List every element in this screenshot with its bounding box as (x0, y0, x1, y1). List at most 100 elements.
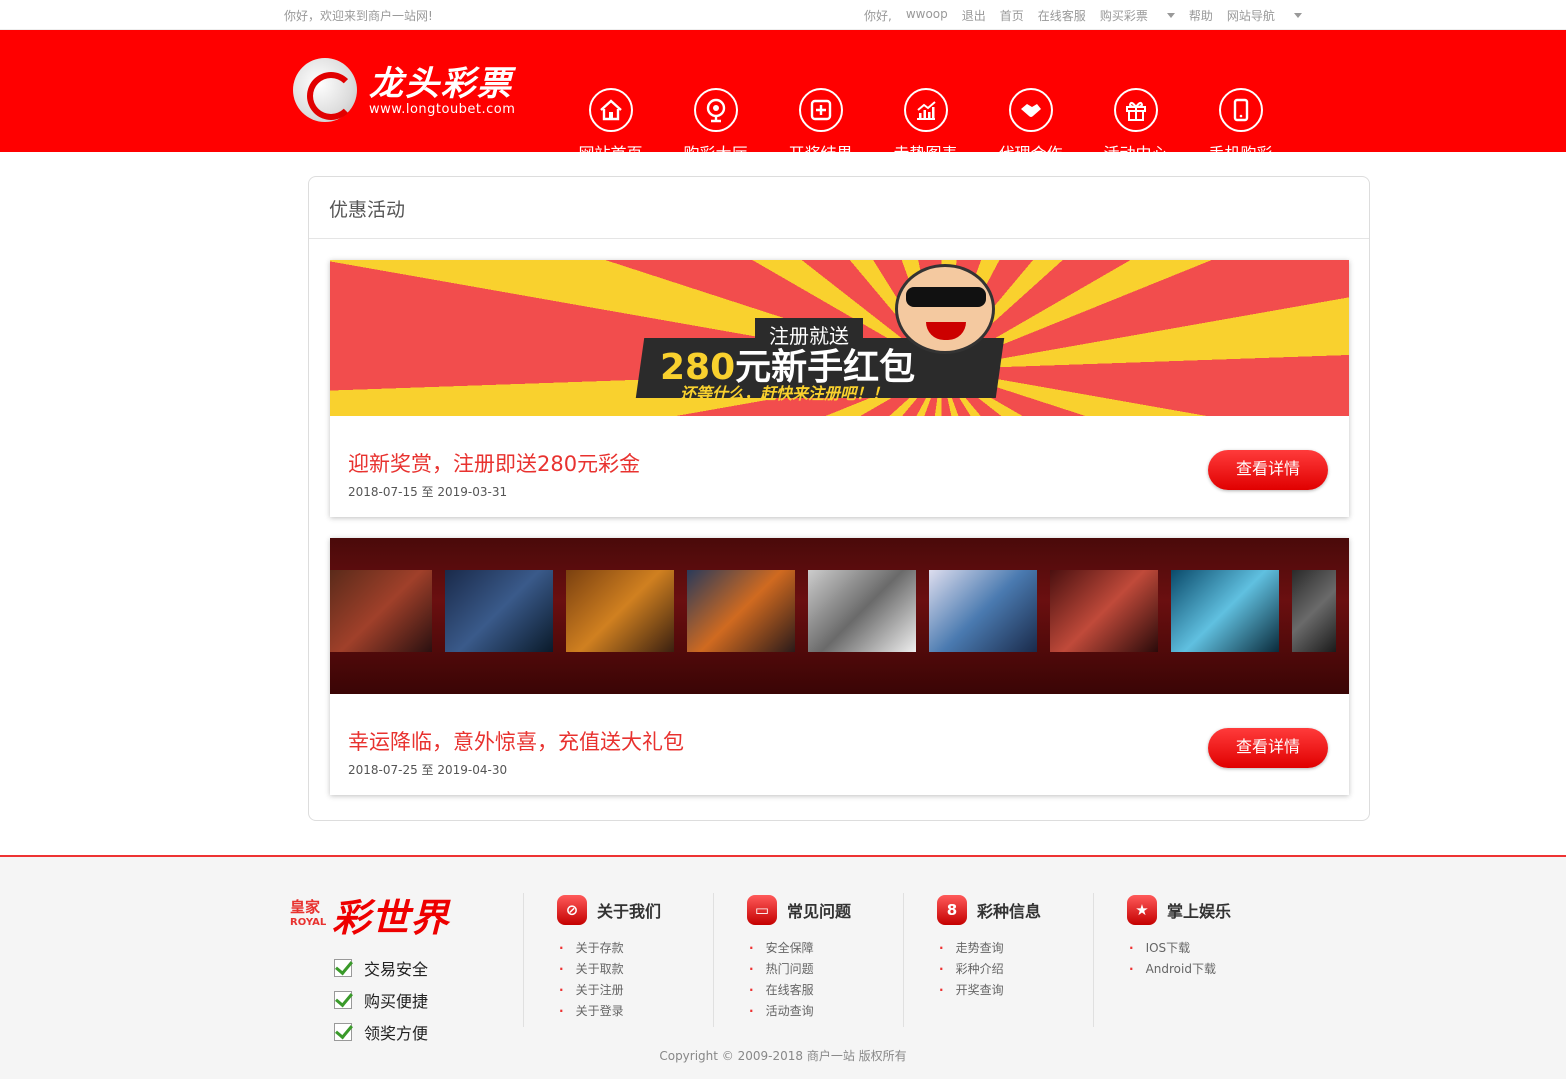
nav-label: 开奖结果 (788, 144, 853, 163)
footer-link[interactable]: 关于注册 (559, 981, 661, 1002)
footer-link[interactable]: 走势查询 (939, 939, 1041, 960)
footer-column-mobile: ★ 掌上娱乐 IOS下载 Android下载 (1093, 893, 1231, 1027)
promo-banner-image[interactable] (330, 538, 1349, 694)
footer-link[interactable]: 在线客服 (749, 981, 851, 1002)
welcome-text: 你好，欢迎来到商户一站网! (284, 9, 433, 23)
nav-results[interactable]: 开奖结果 (768, 88, 873, 164)
feature-item: 购买便捷 (334, 984, 449, 1016)
footer-link[interactable]: 关于存款 (559, 939, 661, 960)
footer-brand: 皇家 ROYAL 彩世界 交易安全 购买便捷 领奖方便 (290, 887, 449, 1048)
promo-info: 幸运降临，意外惊喜，充值送大礼包 2018-07-25 至 2019-04-30… (330, 694, 1349, 795)
hello-text: 你好, (864, 9, 892, 23)
footer-column-faq: ▭ 常见问题 安全保障 热门问题 在线客服 活动查询 (713, 893, 851, 1027)
view-details-button[interactable]: 查看详情 (1208, 728, 1328, 768)
brand-small-cn: 皇家 (290, 897, 321, 916)
checkmark-icon (334, 1023, 352, 1041)
help-link[interactable]: 帮助 (1189, 7, 1213, 24)
hero-thumbnail (566, 570, 675, 652)
nav-label: 走势图表 (893, 144, 958, 163)
hero-thumbnail (1170, 570, 1279, 652)
dragon-logo-icon (293, 58, 357, 122)
buy-lottery-dropdown[interactable]: 购买彩票 (1100, 7, 1175, 24)
hero-thumbnail (330, 570, 433, 652)
view-details-button[interactable]: 查看详情 (1208, 450, 1328, 490)
service-link[interactable]: 在线客服 (1038, 7, 1086, 24)
hero-thumbnail (687, 570, 795, 652)
column-title: 常见问题 (787, 902, 852, 921)
star-icon: ★ (1127, 895, 1157, 925)
promo-card: 注册就送 280元新手红包 还等什么，赶快来注册吧！！ 迎新奖赏，注册即送280… (330, 260, 1349, 517)
caret-down-icon (1293, 13, 1302, 18)
username-link[interactable]: wwoop (906, 7, 948, 24)
footer-link[interactable]: 关于取款 (559, 960, 661, 981)
compass-icon: ⊘ (557, 895, 587, 925)
header: 龙头彩票 www.longtoubet.com 网站首页 购彩大厅 开奖结果 走… (0, 30, 1566, 163)
cartoon-character-icon (895, 264, 995, 354)
promotions-panel: 优惠活动 注册就送 280元新手红包 还等什么，赶快来注册吧！！ 迎新奖赏，注册… (308, 176, 1370, 821)
nav-activity[interactable]: 活动中心 (1083, 88, 1188, 164)
checkmark-icon (334, 991, 352, 1009)
main-nav: 网站首页 购彩大厅 开奖结果 走势图表 代理合作 活动中心 手机购彩 (558, 88, 1293, 164)
site-nav-dropdown[interactable]: 网站导航 (1227, 7, 1302, 24)
brand-large: 彩世界 (332, 896, 450, 940)
mobile-icon (1218, 88, 1263, 132)
column-title: 掌上娱乐 (1167, 902, 1232, 921)
promo-card: 幸运降临，意外惊喜，充值送大礼包 2018-07-25 至 2019-04-30… (330, 538, 1349, 795)
footer-link[interactable]: 安全保障 (749, 939, 851, 960)
footer-column-lottery: 8 彩种信息 走势查询 彩种介绍 开奖查询 (903, 893, 1041, 1027)
logo-name: 龙头彩票 (369, 63, 513, 104)
site-logo[interactable]: 龙头彩票 www.longtoubet.com (293, 58, 515, 122)
nav-lottery-hall[interactable]: 购彩大厅 (663, 88, 768, 164)
logout-link[interactable]: 退出 (962, 7, 986, 24)
nav-home[interactable]: 网站首页 (558, 88, 663, 164)
hero-image-strip (330, 570, 1349, 652)
nav-trend[interactable]: 走势图表 (873, 88, 978, 164)
nav-label: 购彩大厅 (683, 144, 748, 163)
feature-label: 领奖方便 (364, 1024, 429, 1043)
chart-icon (903, 88, 948, 132)
webcam-icon (693, 88, 738, 132)
hero-thumbnail (1049, 570, 1158, 652)
footer-link[interactable]: 开奖查询 (939, 981, 1041, 1002)
home-link[interactable]: 首页 (1000, 7, 1024, 24)
promo-banner-image[interactable]: 注册就送 280元新手红包 还等什么，赶快来注册吧！！ (330, 260, 1349, 416)
footer-link[interactable]: Android下载 (1129, 960, 1231, 981)
home-icon (588, 88, 633, 132)
column-title: 关于我们 (597, 902, 662, 921)
footer-link[interactable]: 热门问题 (749, 960, 851, 981)
logo-url: www.longtoubet.com (369, 101, 516, 117)
promo-info: 迎新奖赏，注册即送280元彩金 2018-07-15 至 2019-03-31 … (330, 416, 1349, 517)
footer-link[interactable]: 关于登录 (559, 1002, 661, 1023)
hero-thumbnail (445, 570, 554, 652)
footer-column-about: ⊘ 关于我们 关于存款 关于取款 关于注册 关于登录 (523, 893, 661, 1027)
hero-thumbnail (928, 570, 1037, 652)
promo-title[interactable]: 幸运降临，意外惊喜，充值送大礼包 (348, 726, 684, 756)
feature-item: 交易安全 (334, 952, 449, 984)
brand-small-en: ROYAL (290, 916, 327, 928)
dice-icon (798, 88, 843, 132)
footer-link[interactable]: 活动查询 (749, 1002, 851, 1023)
panel-title: 优惠活动 (309, 177, 1369, 239)
feature-label: 交易安全 (364, 960, 429, 979)
copyright: Copyright © 2009-2018 商户一站 版权所有 (659, 1049, 907, 1063)
nav-agent[interactable]: 代理合作 (978, 88, 1083, 164)
ball-icon: 8 (937, 895, 967, 925)
nav-label: 手机购彩 (1208, 144, 1273, 163)
caret-down-icon (1166, 13, 1175, 18)
feature-item: 领奖方便 (334, 1016, 449, 1048)
hero-thumbnail (807, 570, 916, 652)
promo-date: 2018-07-25 至 2019-04-30 (348, 763, 508, 777)
feature-label: 购买便捷 (364, 992, 429, 1011)
promo-title[interactable]: 迎新奖赏，注册即送280元彩金 (348, 448, 640, 478)
nav-label: 活动中心 (1103, 144, 1168, 163)
banner-sub-text: 还等什么，赶快来注册吧！！ (680, 384, 889, 403)
footer-link[interactable]: 彩种介绍 (939, 960, 1041, 981)
nav-label: 网站首页 (578, 144, 643, 163)
gift-icon (1113, 88, 1158, 132)
nav-mobile[interactable]: 手机购彩 (1188, 88, 1293, 164)
footer-link[interactable]: IOS下载 (1129, 939, 1231, 960)
card-icon: ▭ (747, 895, 777, 925)
footer: 皇家 ROYAL 彩世界 交易安全 购买便捷 领奖方便 ⊘ 关于我们 关于存款 关… (0, 855, 1566, 1079)
handshake-icon (1008, 88, 1053, 132)
site-nav-label: 网站导航 (1226, 9, 1275, 23)
